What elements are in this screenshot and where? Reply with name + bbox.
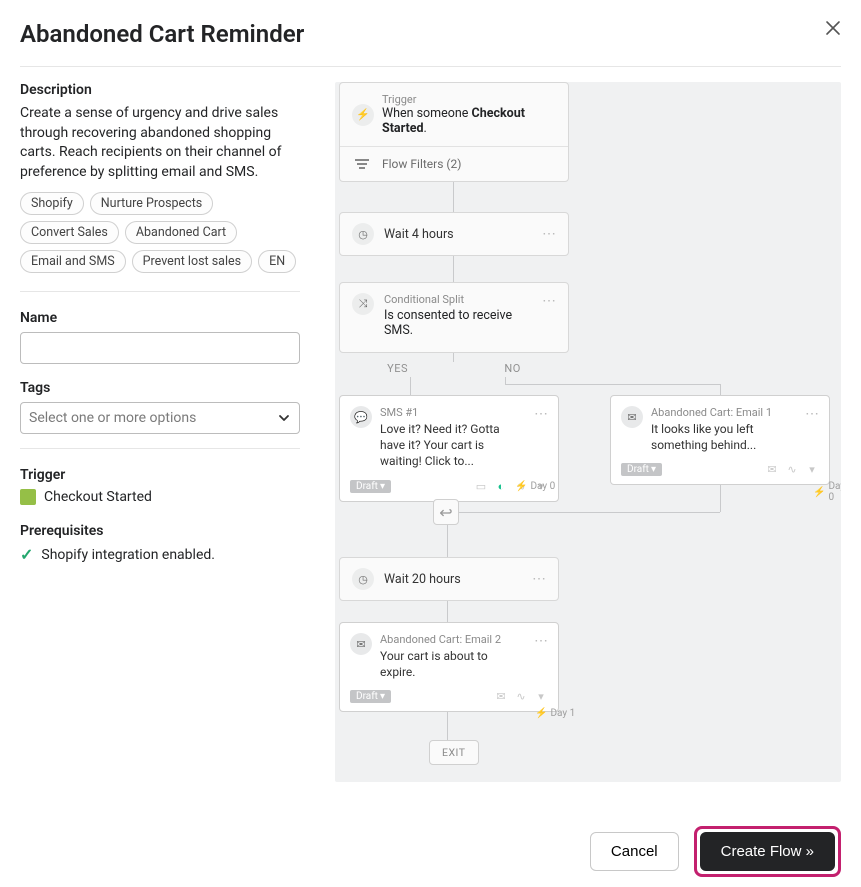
chat-icon: 💬 [350,406,372,428]
email2-node[interactable]: ✉ Abandoned Cart: Email 2 Your cart is a… [339,622,559,712]
dialog-footer: Cancel Create Flow » [0,802,861,887]
mail-icon: ✉ [494,690,508,703]
email1-body: It looks like you left something behind.… [651,421,797,453]
node-menu-icon[interactable]: ⋯ [542,226,556,242]
tag-pill: EN [258,250,296,273]
cancel-button[interactable]: Cancel [590,832,679,871]
node-menu-icon[interactable]: ⋯ [532,571,546,587]
day-marker: ⚡ Day 0 [813,481,841,503]
node-menu-icon[interactable]: ⋯ [534,633,548,680]
node-menu-icon[interactable]: ⋯ [805,406,819,453]
shopify-icon [20,489,36,505]
status-badge[interactable]: Draft ▾ [621,463,662,476]
tag-pill: Shopify [20,192,84,215]
analytics-icon: ∿ [514,690,528,703]
node-menu-icon[interactable]: ⋯ [542,293,556,309]
flow-preview: ⚡ Trigger When someone Checkout Started.… [335,82,841,782]
filter-icon [352,159,372,169]
trigger-node[interactable]: ⚡ Trigger When someone Checkout Started.… [339,82,569,182]
close-icon [825,20,841,36]
split-icon: ⤨ [352,293,374,315]
status-badge[interactable]: Draft ▾ [350,690,391,703]
split-node-text: Is consented to receive SMS. [384,308,532,338]
page-title: Abandoned Cart Reminder [20,20,304,48]
mail-icon: ✉ [621,406,643,428]
name-label: Name [20,310,300,326]
tag-pill: Nurture Prospects [90,192,214,215]
create-flow-highlight: Create Flow » [694,826,841,877]
description-text: Create a sense of urgency and drive sale… [20,104,300,182]
trigger-node-text: When someone Checkout Started. [382,106,556,136]
flow-filters-text: Flow Filters (2) [382,157,461,171]
tag-pill: Convert Sales [20,221,119,244]
tag-pill: Abandoned Cart [125,221,237,244]
tags-select-placeholder: Select one or more options [29,410,196,426]
mail-icon: ✉ [765,463,779,476]
status-badge[interactable]: Draft ▾ [350,480,391,493]
chevron-down-icon [277,411,291,425]
email1-title: Abandoned Cart: Email 1 [651,406,797,419]
report-icon: ▭ [474,480,488,493]
clock-icon: ◷ [352,223,374,245]
funnel-icon: ▾ [534,690,548,703]
close-button[interactable] [825,20,841,40]
funnel-icon: ▾ [805,463,819,476]
create-flow-button[interactable]: Create Flow » [700,832,835,871]
sms-title: SMS #1 [380,406,526,419]
prereq-label: Prerequisites [20,523,300,539]
wait2-text: Wait 20 hours [384,572,522,587]
prereq-value: Shopify integration enabled. [41,547,215,563]
analytics-icon: ∿ [785,463,799,476]
meta-tags: Shopify Nurture Prospects Convert Sales … [20,192,300,273]
wait1-text: Wait 4 hours [384,227,532,242]
email2-body: Your cart is about to expire. [380,648,526,680]
bolt-icon: ⚡ [352,104,374,126]
trigger-label: Trigger [20,467,300,483]
wait-node-2[interactable]: ◷ Wait 20 hours ⋯ [339,557,559,601]
wait-node-1[interactable]: ◷ Wait 4 hours ⋯ [339,212,569,256]
check-icon: ✓ [20,545,33,564]
smart-send-icon: ◐ [494,480,508,493]
tags-label: Tags [20,380,300,396]
clock-icon: ◷ [352,568,374,590]
split-node-label: Conditional Split [384,293,532,306]
email1-node[interactable]: ✉ Abandoned Cart: Email 1 It looks like … [610,395,830,485]
name-input[interactable] [20,332,300,364]
trigger-value: Checkout Started [44,489,152,505]
day-marker: ⚡ Day 1 [535,708,575,719]
day-marker: ⚡ Day 0 [515,481,555,492]
branch-yes: YES [387,362,408,375]
tags-select[interactable]: Select one or more options [20,402,300,434]
merge-node[interactable]: ↩ [433,499,459,525]
node-menu-icon[interactable]: ⋯ [534,406,548,470]
description-label: Description [20,82,300,98]
branch-no: NO [504,362,520,375]
mail-icon: ✉ [350,633,372,655]
email2-title: Abandoned Cart: Email 2 [380,633,526,646]
details-panel: Description Create a sense of urgency an… [20,82,300,782]
split-node[interactable]: ⤨ Conditional Split Is consented to rece… [339,282,569,353]
trigger-node-label: Trigger [382,93,556,106]
sms-body: Love it? Need it? Gotta have it? Your ca… [380,421,526,470]
tag-pill: Prevent lost sales [132,250,252,273]
tag-pill: Email and SMS [20,250,126,273]
exit-node[interactable]: EXIT [429,740,479,765]
